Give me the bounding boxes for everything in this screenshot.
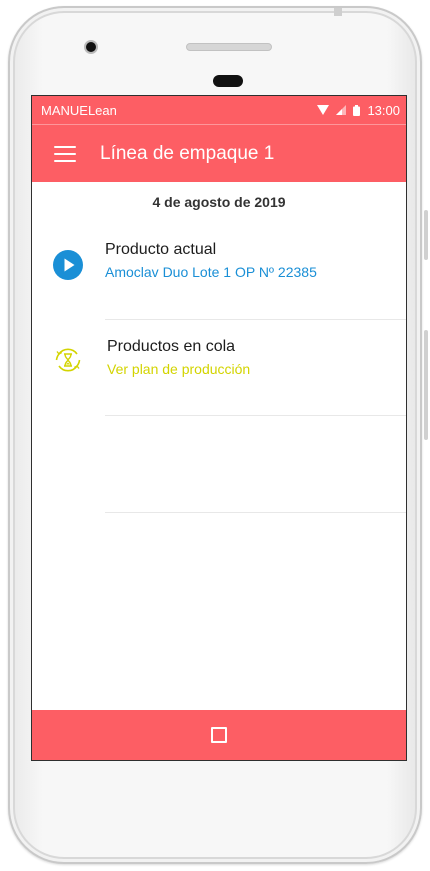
battery-icon bbox=[353, 104, 361, 116]
page-title: Línea de empaque 1 bbox=[100, 142, 275, 164]
earpiece-speaker bbox=[186, 43, 272, 51]
signal-icon bbox=[336, 105, 347, 115]
wifi-icon bbox=[317, 105, 330, 115]
phone-top-nub bbox=[334, 8, 342, 16]
power-button bbox=[424, 330, 428, 440]
play-icon bbox=[52, 249, 84, 286]
row-divider bbox=[105, 415, 406, 416]
status-time: 13:00 bbox=[367, 102, 400, 118]
queued-products-title: Productos en cola bbox=[107, 338, 236, 355]
status-app-name: MANUELean bbox=[41, 102, 117, 118]
hourglass-icon bbox=[53, 345, 83, 380]
current-product-link[interactable]: Amoclav Duo Lote 1 OP Nº 22385 bbox=[105, 264, 317, 280]
status-bar: MANUELean 13:00 bbox=[32, 96, 406, 124]
hamburger-menu-icon[interactable] bbox=[54, 145, 76, 162]
app-bar: Línea de empaque 1 bbox=[32, 124, 406, 182]
date-label: 4 de agosto de 2019 bbox=[152, 194, 286, 210]
current-product-title: Producto actual bbox=[105, 241, 217, 258]
row-divider bbox=[105, 319, 406, 320]
production-plan-link[interactable]: Ver plan de producción bbox=[107, 361, 250, 377]
row-divider bbox=[105, 512, 406, 513]
list-item-current-product[interactable]: Producto actual Amoclav Duo Lote 1 OP Nº… bbox=[32, 236, 406, 318]
volume-button bbox=[424, 210, 428, 260]
list-item-queued-products[interactable]: Productos en cola Ver plan de producción bbox=[32, 332, 406, 414]
home-square-icon[interactable] bbox=[211, 727, 227, 743]
front-camera bbox=[84, 40, 98, 54]
proximity-sensor bbox=[213, 75, 243, 87]
device-screen: MANUELean 13:00 Línea de empaque 1 4 de … bbox=[31, 95, 407, 761]
navigation-bar bbox=[32, 710, 406, 760]
